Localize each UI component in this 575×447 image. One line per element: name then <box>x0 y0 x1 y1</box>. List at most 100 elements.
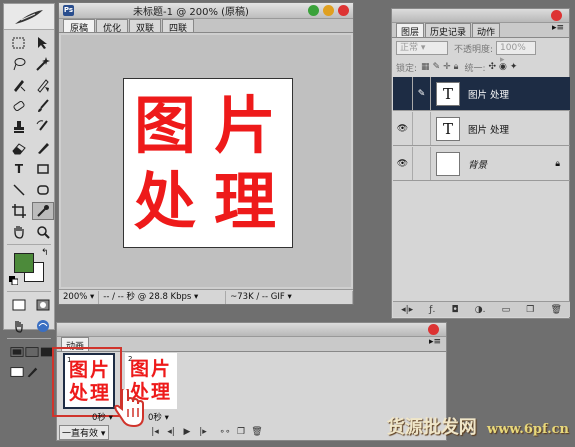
foreground-color-swatch[interactable] <box>14 253 34 273</box>
lock-transparency-icon[interactable]: ▦ <box>421 62 430 72</box>
document-tabs: 原稿 优化 双联 四联 <box>59 19 353 34</box>
tween-icon[interactable]: ∘∘ <box>217 427 233 437</box>
duplicate-frame-icon[interactable]: ❐ <box>233 427 249 437</box>
lock-pixels-icon[interactable]: ✎ <box>433 62 441 72</box>
layer-style-icon[interactable]: ƒ. <box>429 305 435 315</box>
standard-mode-icon[interactable] <box>8 296 30 314</box>
pencil-tool-icon[interactable] <box>32 139 54 157</box>
brush-tool-icon[interactable] <box>32 97 54 115</box>
line-tool-icon[interactable] <box>8 181 30 199</box>
new-group-icon[interactable]: ▭ <box>502 305 511 315</box>
layer-row[interactable]: 👁︎ 背景 🔒︎ <box>393 147 570 181</box>
screen-mode-full-menu-icon[interactable] <box>25 343 39 361</box>
jump-to-icon[interactable] <box>25 363 39 381</box>
layers-panel-titlebar <box>392 9 569 23</box>
close-panel-button[interactable] <box>428 324 439 335</box>
maximize-button[interactable] <box>323 5 334 16</box>
hand-tool-icon[interactable] <box>8 223 30 241</box>
visibility-toggle[interactable] <box>393 77 413 110</box>
adjustment-layer-icon[interactable]: ◑. <box>475 305 486 315</box>
layer-link-slot[interactable] <box>413 147 431 180</box>
layer-thumbnail: T <box>436 116 460 141</box>
play-icon[interactable]: ▶ <box>179 427 195 437</box>
zoom-tool-icon[interactable] <box>32 223 54 241</box>
watermark-text: 货源批发网 <box>386 417 477 438</box>
delete-layer-icon[interactable]: 🗑︎ <box>550 305 561 315</box>
eraser-tool-icon[interactable] <box>8 139 30 157</box>
panel-menu-icon[interactable]: ▸≡ <box>552 23 564 37</box>
slice-select-icon[interactable] <box>32 76 54 94</box>
delete-frame-icon[interactable]: 🗑︎ <box>249 427 265 437</box>
layer-mask-icon[interactable]: ◘ <box>451 305 458 315</box>
frame-delay[interactable]: 0秒 ▾ <box>92 411 113 423</box>
loop-select[interactable]: 一直有效 ▾ <box>59 424 109 440</box>
layer-name: 背景 <box>468 159 488 171</box>
close-button[interactable] <box>338 5 349 16</box>
animation-frame[interactable]: 1 图 片 处 理 <box>63 353 115 409</box>
blend-row: 正常 ▾ 不透明度: 100% ▸ <box>392 38 569 65</box>
tab-2up[interactable]: 双联 <box>129 19 162 34</box>
eyedropper-tool-icon[interactable] <box>32 202 54 220</box>
panel-menu-icon[interactable]: ▸≡ <box>429 337 441 351</box>
edit-in-imageready-icon[interactable] <box>32 317 54 335</box>
tab-history[interactable]: 历史记录 <box>425 23 472 38</box>
minimize-button[interactable] <box>308 5 319 16</box>
frame-char: 处 <box>69 382 89 404</box>
file-size[interactable]: ~73K / -- GIF ▾ <box>226 290 353 304</box>
blend-mode-select[interactable]: 正常 ▾ <box>396 41 448 55</box>
prev-frame-icon[interactable]: ◂| <box>163 427 179 437</box>
layer-thumbnail: T <box>436 81 460 106</box>
link-layers-icon[interactable]: ◂|▸ <box>401 305 413 315</box>
tab-original[interactable]: 原稿 <box>63 19 96 34</box>
screen-mode-standard-icon[interactable] <box>10 343 24 361</box>
tab-4up[interactable]: 四联 <box>162 19 195 34</box>
crop-slice-icon[interactable] <box>8 76 30 94</box>
frame-delay[interactable]: 0秒 ▾ <box>148 411 169 423</box>
download-time[interactable]: -- / -- 秒 @ 28.8 Kbps ▾ <box>99 290 227 304</box>
preview-icon[interactable] <box>10 363 24 381</box>
crop-tool-icon[interactable] <box>8 202 30 220</box>
toggle-slices-icon[interactable] <box>8 317 30 335</box>
tab-optimized[interactable]: 优化 <box>96 19 129 34</box>
feather-logo-icon <box>15 10 43 24</box>
lock-all-icon[interactable]: 🔒︎ <box>454 62 459 72</box>
tools-divider <box>7 338 51 339</box>
unify-visibility-icon[interactable]: ◉ <box>499 62 507 72</box>
rounded-rect-tool-icon[interactable] <box>32 181 54 199</box>
clone-stamp-icon[interactable] <box>8 118 30 136</box>
layer-row[interactable]: 👁︎ T 图片 处理 <box>393 112 570 146</box>
rectangle-tool-icon[interactable] <box>32 160 54 178</box>
default-colors-icon[interactable] <box>9 276 18 285</box>
lasso-tool-icon[interactable] <box>8 55 30 73</box>
lock-label: 锁定: <box>396 63 418 74</box>
artboard[interactable]: 图 片 处 理 <box>123 78 293 248</box>
tab-layers[interactable]: 图层 <box>396 23 425 38</box>
next-frame-icon[interactable]: |▸ <box>195 427 211 437</box>
type-tool-icon[interactable]: T <box>8 160 30 178</box>
healing-brush-icon[interactable] <box>8 97 30 115</box>
eye-icon[interactable]: 👁︎ <box>393 112 413 145</box>
unify-style-icon[interactable]: ✦ <box>510 62 518 72</box>
quickmask-mode-icon[interactable] <box>32 296 54 314</box>
zoom-level[interactable]: 200% ▾ <box>59 290 100 304</box>
layer-brush-icon[interactable]: ✎ <box>413 77 431 110</box>
close-panel-button[interactable] <box>551 10 562 21</box>
document-titlebar: Ps 未标题-1 @ 200% (原稿) <box>59 3 353 19</box>
history-brush-icon[interactable] <box>32 118 54 136</box>
first-frame-icon[interactable]: |◂ <box>147 427 163 437</box>
magic-wand-icon[interactable] <box>32 55 54 73</box>
layer-row[interactable]: ✎ T 图片 处理 <box>393 77 570 111</box>
unify-label: 统一: <box>464 63 486 74</box>
lock-position-icon[interactable]: ✛ <box>443 62 451 72</box>
new-layer-icon[interactable]: ❐ <box>526 305 534 315</box>
animation-panel-titlebar <box>57 323 446 337</box>
move-tool-icon[interactable] <box>32 34 54 52</box>
tab-actions[interactable]: 动作 <box>472 23 501 38</box>
swap-colors-icon[interactable]: ↰ <box>41 248 49 258</box>
unify-position-icon[interactable]: ✣ <box>489 62 497 72</box>
eye-icon[interactable]: 👁︎ <box>393 147 413 180</box>
opacity-input[interactable]: 100% ▸ <box>496 41 537 65</box>
marquee-tool-icon[interactable] <box>8 34 30 52</box>
layer-link-slot[interactable] <box>413 112 431 145</box>
canvas-area[interactable]: 图 片 处 理 <box>61 35 351 287</box>
